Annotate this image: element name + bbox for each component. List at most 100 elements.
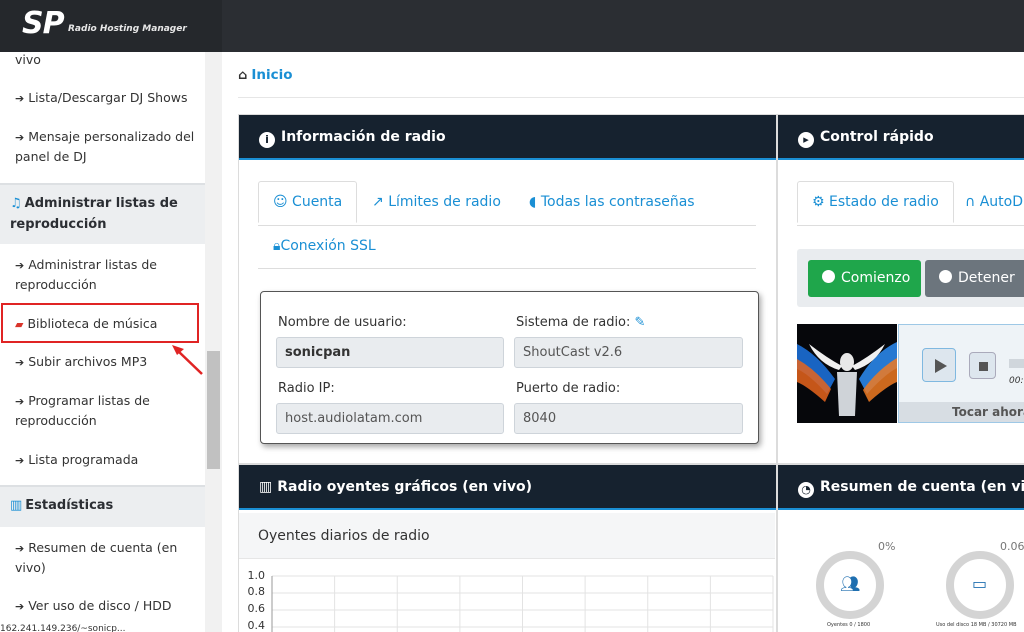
chevron-circle-icon: ➔ [15, 395, 25, 408]
sidebar-item-dj-shows[interactable]: ➔ Lista/Descargar DJ Shows [0, 88, 205, 108]
y-tick-label: 1.0 [247, 569, 266, 582]
y-tick-label: 0.6 [247, 602, 266, 615]
sidebar-item-label: Subir archivos MP3 [28, 354, 148, 369]
line-chart-icon: ↗ [372, 194, 389, 210]
logo[interactable]: SP Radio Hosting Manager [0, 0, 222, 52]
sidebar-item-label: Lista programada [28, 452, 139, 467]
play-button[interactable] [922, 348, 956, 382]
tab-account[interactable]: ☺ Cuenta [258, 181, 358, 223]
tab-divider [258, 225, 756, 226]
chevron-circle-icon: ➔ [15, 92, 25, 105]
sidebar-item-manage-playlists[interactable]: ➔ Administrar listas de reproducción [0, 255, 190, 294]
sidebar-item-upload-mp3[interactable]: ➔ Subir archivos MP3 [0, 352, 205, 372]
sidebar-item-schedule-playlists[interactable]: ➔ Programar listas de reproducción [0, 391, 185, 430]
stop-button[interactable]: Detener [925, 260, 1024, 297]
pie-chart-icon: ◔ [798, 482, 814, 498]
y-tick-label: 0.4 [247, 619, 266, 632]
play-icon [935, 359, 947, 373]
stop-label: Detener [958, 270, 1015, 286]
page-root: SP Radio Hosting Manager vivo ➔ Lista/Des… [0, 0, 1024, 632]
sidebar-section-playlists[interactable]: ♫ Administrar listas de reproducción [0, 183, 205, 244]
album-cover [797, 324, 897, 423]
users-icon: 👥︎ [840, 574, 861, 593]
username-label: Nombre de usuario: [278, 315, 407, 330]
listeners-percent: 0% [878, 540, 896, 553]
chevron-circle-icon: ➔ [15, 454, 25, 467]
sidebar-item-label: Resumen de cuenta (en vivo) [15, 540, 178, 575]
chart-svg [271, 575, 774, 632]
breadcrumb[interactable]: ⌂ Inicio [238, 67, 292, 83]
start-button[interactable]: Comienzo [808, 260, 921, 297]
home-icon: ⌂ [238, 68, 248, 83]
tab-radio-limits[interactable]: ↗ Límites de radio [372, 194, 501, 210]
divider [238, 97, 1024, 98]
radio-system-field: ShoutCast v2.6 [514, 337, 743, 368]
sidebar-item-disk-usage[interactable]: ➔ Ver uso de disco / HDD [0, 596, 205, 616]
sidebar-item-label: Lista/Descargar DJ Shows [28, 90, 188, 105]
radio-ip-field: host.audiolatam.com [276, 403, 504, 434]
sidebar-section-label: Estadísticas [25, 498, 114, 513]
sidebar-item-account-summary[interactable]: ➔ Resumen de cuenta (en vivo) [0, 538, 185, 577]
panel-title: Control rápido [820, 129, 934, 145]
sidebar-item-label: Programar listas de reproducción [15, 393, 150, 428]
shield-icon: ◖ [529, 194, 541, 210]
username-field: sonicpan [276, 337, 504, 368]
sidebar-section-statistics[interactable]: ▥ Estadísticas [0, 485, 205, 527]
panel-header: ▥ Radio oyentes gráficos (en vivo) [239, 465, 776, 510]
hdd-icon: ▭ [972, 574, 988, 593]
status-url: 162.241.149.236/~sonicp... [0, 624, 126, 632]
panel-header: i Información de radio [239, 115, 776, 160]
tab-label: Cuenta [292, 194, 343, 210]
sidebar-item-scheduled-list[interactable]: ➔ Lista programada [0, 450, 205, 470]
play-circle-icon [822, 270, 835, 283]
tab-label: Conexión SSL [280, 238, 376, 254]
tab-radio-status[interactable]: ⚙ Estado de radio [797, 181, 954, 223]
start-label: Comienzo [841, 270, 911, 286]
panel-title: Resumen de cuenta (en vivo) [820, 479, 1024, 495]
sidebar-item-label: Ver uso de disco / HDD [28, 598, 172, 613]
breadcrumb-label[interactable]: Inicio [251, 67, 292, 83]
stop-circle-icon [939, 270, 952, 283]
player-time: 00: [1009, 376, 1024, 386]
sidebar-item-label: vivo [15, 52, 41, 67]
pencil-icon[interactable]: ✎ [635, 315, 646, 330]
radio-system-label-text: Sistema de radio: [516, 315, 631, 330]
tab-passwords[interactable]: ◖ Todas las contraseñas [529, 194, 695, 210]
user-icon: ☺ [273, 194, 293, 210]
sidebar-scroll-thumb[interactable] [207, 351, 220, 469]
panel-title: Radio oyentes gráficos (en vivo) [277, 479, 533, 495]
chevron-circle-icon: ➔ [15, 600, 25, 613]
bar-chart-icon: ▥ [10, 498, 23, 513]
tab-label: AutoD [979, 194, 1023, 210]
music-icon: ♫ [10, 196, 22, 211]
stop-playback-button[interactable] [969, 352, 996, 379]
y-tick-label: 0.8 [247, 585, 266, 598]
tab-label: Límites de radio [388, 194, 501, 210]
chevron-circle-icon: ➔ [15, 131, 25, 144]
headphones-icon: ∩ [965, 194, 980, 210]
sidebar-item-label: Administrar listas de reproducción [15, 257, 157, 292]
chevron-circle-icon: ➔ [15, 259, 25, 272]
tab-label: Todas las contraseñas [540, 194, 695, 210]
listeners-chart [239, 560, 775, 632]
radio-port-field: 8040 [514, 403, 743, 434]
progress-bar[interactable] [1009, 359, 1024, 368]
tab-autodj[interactable]: ∩ AutoD [965, 194, 1023, 210]
tab-ssl[interactable]: 🔒︎Conexión SSL [273, 238, 376, 254]
sidebar-item-live[interactable]: vivo [0, 50, 205, 69]
disk-caption: Uso del disco 18 MB / 30720 MB [936, 622, 1017, 628]
sidebar-item-dj-message[interactable]: ➔ Mensaje personalizado del panel de DJ [0, 127, 200, 166]
audio-player: 00: Tocar ahora [898, 324, 1024, 423]
panel-title: Información de radio [281, 129, 446, 145]
radio-port-label: Puerto de radio: [516, 381, 621, 396]
tab-label: Estado de radio [829, 194, 939, 210]
chevron-circle-icon: ➔ [15, 356, 25, 369]
panel-header: ◔ Resumen de cuenta (en vivo) [778, 465, 1024, 510]
logo-mark: SP [22, 6, 65, 41]
chevron-circle-icon: ➔ [15, 542, 25, 555]
stop-icon [979, 362, 988, 371]
logo-subtitle: Radio Hosting Manager [68, 24, 187, 34]
tab-divider [797, 225, 1024, 226]
radio-ip-label: Radio IP: [278, 381, 335, 396]
highlight-box [1, 303, 199, 343]
